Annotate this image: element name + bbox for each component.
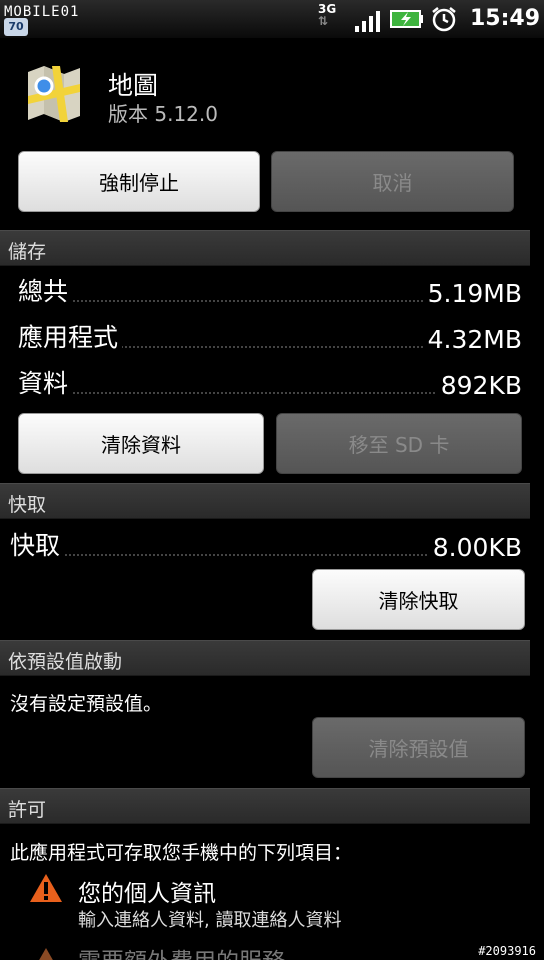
maps-app-icon	[28, 66, 80, 122]
section-header-cache: 快取	[0, 483, 530, 519]
clock: 15:49	[470, 6, 541, 31]
permission-title[interactable]: 需要額外費用的服務	[78, 942, 285, 960]
signal-icon	[355, 11, 380, 32]
warning-icon	[30, 874, 62, 902]
storage-row-app: 應用程式 4.32MB	[18, 318, 522, 358]
force-stop-button[interactable]: 強制停止	[18, 151, 260, 212]
alarm-icon	[432, 7, 456, 32]
cancel-button[interactable]: 取消	[271, 151, 514, 212]
section-header-permissions: 許可	[0, 788, 530, 824]
move-to-sd-button[interactable]: 移至 SD 卡	[276, 413, 522, 474]
section-header-storage: 儲存	[0, 230, 530, 266]
no-defaults-message: 沒有設定預設值。	[10, 693, 163, 715]
clear-data-button[interactable]: 清除資料	[18, 413, 264, 474]
storage-row-total: 總共 5.19MB	[18, 272, 522, 312]
clear-defaults-button[interactable]: 清除預設值	[312, 717, 525, 778]
permission-detail: 輸入連絡人資料, 讀取連絡人資料	[78, 910, 342, 931]
image-id-watermark: #2093916	[476, 944, 538, 958]
status-bar: MOBILE01 70 3G ⇅ 15:49	[0, 0, 544, 38]
section-header-defaults: 依預設值啟動	[0, 640, 530, 676]
battery-charging-icon	[390, 10, 423, 28]
warning-icon	[39, 948, 53, 960]
notification-badge[interactable]: 70	[4, 18, 28, 36]
clear-cache-button[interactable]: 清除快取	[312, 569, 525, 630]
permissions-intro: 此應用程式可存取您手機中的下列項目：	[10, 842, 353, 864]
network-indicator: 3G ⇅	[318, 2, 337, 28]
app-name: 地圖	[108, 71, 159, 100]
permission-title[interactable]: 您的個人資訊	[78, 874, 216, 908]
app-version: 版本 5.12.0	[108, 102, 218, 126]
storage-row-data: 資料 892KB	[18, 364, 522, 404]
cache-row: 快取 8.00KB	[10, 526, 522, 566]
